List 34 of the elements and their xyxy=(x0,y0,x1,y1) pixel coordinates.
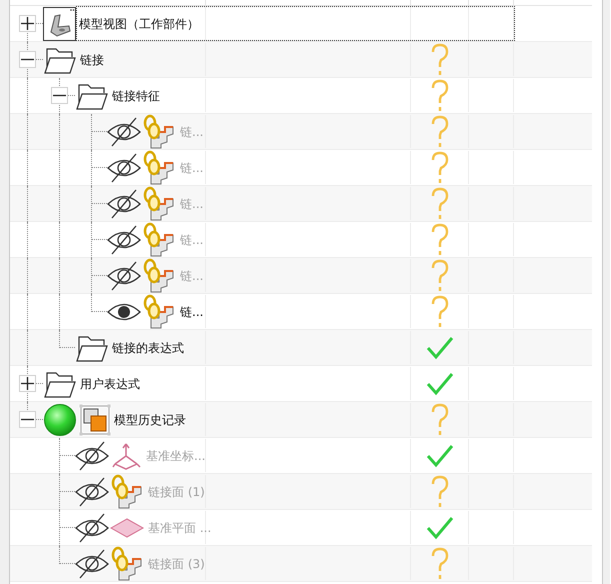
node-label[interactable]: 基准平面 ... xyxy=(148,518,212,536)
hidden-eye-icon[interactable] xyxy=(107,224,141,254)
node-label[interactable]: 模型历史记录 xyxy=(114,410,186,428)
expand-button[interactable] xyxy=(19,14,36,32)
history-icon xyxy=(79,404,111,436)
hidden-eye-icon[interactable] xyxy=(75,476,109,506)
node-label[interactable]: 用户表达式 xyxy=(80,374,140,392)
collapse-button[interactable] xyxy=(51,86,68,104)
hidden-eye-icon[interactable] xyxy=(107,116,141,146)
node-label[interactable]: 链... xyxy=(180,122,204,140)
node-label[interactable]: 链... xyxy=(180,302,204,320)
node-label[interactable]: 链... xyxy=(180,266,204,284)
node-label[interactable]: 链接特征 xyxy=(112,86,160,104)
node-label[interactable]: 链接面 (1) xyxy=(148,482,205,500)
node-label[interactable]: 链接面 (3) xyxy=(148,554,205,572)
hidden-eye-icon[interactable] xyxy=(107,260,141,290)
node-label[interactable]: 链接的表达式 xyxy=(112,338,184,356)
plus-icon xyxy=(21,376,34,390)
plane-icon xyxy=(109,516,145,538)
hidden-eye-icon[interactable] xyxy=(75,548,109,578)
node-label[interactable]: 链... xyxy=(180,194,204,212)
hidden-eye-icon[interactable] xyxy=(107,152,141,182)
node-label[interactable]: 基准坐标... xyxy=(146,446,206,464)
node-label[interactable]: 链... xyxy=(180,158,204,176)
collapse-button[interactable] xyxy=(19,50,36,68)
collapse-button[interactable] xyxy=(19,410,36,428)
hidden-eye-icon[interactable] xyxy=(107,188,141,218)
node-label[interactable]: 链接 xyxy=(80,50,104,68)
node-label[interactable]: 模型视图（工作部件） xyxy=(79,14,199,32)
hidden-eye-icon[interactable] xyxy=(75,512,109,542)
plus-icon xyxy=(21,16,34,30)
hidden-eye-icon[interactable] xyxy=(75,440,109,470)
expand-button[interactable] xyxy=(19,374,36,392)
node-label[interactable]: 链... xyxy=(180,230,204,248)
